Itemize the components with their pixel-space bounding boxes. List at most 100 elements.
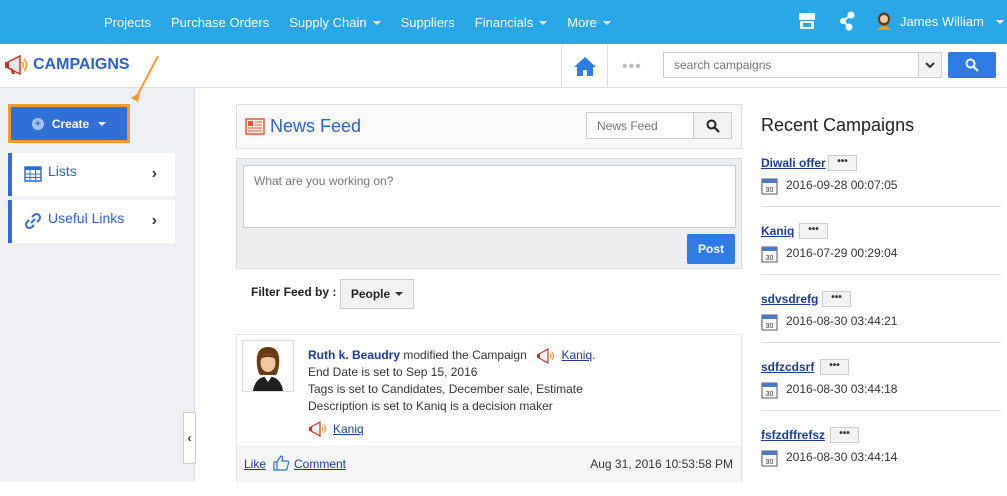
menu-item-more[interactable]: More — [567, 15, 611, 30]
link-icon — [24, 212, 42, 230]
post-button[interactable]: Post — [687, 234, 735, 264]
menu-item-financials[interactable]: Financials — [475, 15, 548, 30]
divider — [761, 342, 1001, 343]
post-textarea[interactable] — [243, 165, 736, 228]
megaphone-icon — [309, 421, 327, 437]
search-button[interactable] — [948, 52, 996, 78]
megaphone-icon — [537, 347, 555, 364]
feed-item-headline: Ruth k. Beaudry modified the Campaign Ka… — [308, 347, 596, 364]
feed-item: Ruth k. Beaudry modified the Campaign Ka… — [236, 334, 742, 482]
list-item: sdfzcdsrf ••• 30 2016-08-30 03:44:18 — [761, 359, 1001, 428]
menu-item-supply-chain[interactable]: Supply Chain — [289, 15, 381, 30]
feed-line: Tags is set to Candidates, December sale… — [308, 382, 583, 396]
sidebar-item-label: Lists — [48, 163, 77, 179]
caret-down-icon — [602, 20, 611, 25]
recent-campaign-date: 2016-07-29 00:29:04 — [786, 246, 898, 260]
sidebar-item-label: Useful Links — [48, 210, 125, 226]
list-item: Diwali offer ••• 30 2016-09-28 00:07:05 — [761, 155, 1001, 224]
user-avatar-icon — [253, 347, 283, 391]
highlight-arrow-icon — [131, 55, 159, 102]
avatar[interactable] — [242, 340, 294, 392]
calendar-icon: 30 — [761, 178, 778, 195]
feed-line: Description is set to Kaniq is a decisio… — [308, 399, 553, 413]
svg-text:30: 30 — [766, 323, 774, 330]
news-feed-search-button[interactable] — [693, 112, 732, 139]
calendar-icon: 30 — [761, 382, 778, 399]
menu-item-projects[interactable]: Projects — [104, 15, 151, 30]
recent-campaign-date: 2016-09-28 00:07:05 — [786, 178, 898, 192]
filter-feed-dropdown[interactable]: People — [340, 279, 414, 309]
chevron-right-icon: › — [151, 165, 157, 182]
more-options-button[interactable]: ••• — [822, 291, 851, 307]
search-icon — [706, 119, 720, 133]
megaphone-icon — [5, 54, 28, 76]
campaign-link[interactable]: Kaniq — [561, 348, 592, 362]
connections-icon[interactable] — [838, 11, 856, 31]
feed-item-footer: Like Comment Aug 31, 2016 10:53:58 PM — [237, 446, 741, 482]
user-avatar-icon — [877, 12, 891, 30]
plus-icon: + — [31, 117, 44, 130]
feed-item-tag: Kaniq — [308, 421, 364, 437]
search-dropdown[interactable] — [918, 52, 942, 78]
home-button[interactable] — [561, 44, 608, 88]
store-icon[interactable] — [798, 12, 816, 30]
search-input[interactable] — [663, 52, 919, 78]
table-icon — [24, 166, 42, 182]
thumbs-up-icon[interactable] — [272, 454, 290, 472]
list-item: fsfzdffrefsz ••• 30 2016-08-30 03:44:14 — [761, 427, 1001, 496]
recent-campaign-date: 2016-08-30 03:44:21 — [786, 314, 898, 328]
caret-down-icon — [395, 292, 404, 296]
divider — [761, 410, 1001, 411]
more-options-button[interactable]: ••• — [820, 359, 849, 375]
menu-item-suppliers[interactable]: Suppliers — [401, 15, 455, 30]
svg-text:30: 30 — [766, 255, 774, 262]
calendar-icon: 30 — [761, 246, 778, 263]
top-navbar: Projects Purchase Orders Supply Chain Su… — [0, 0, 1007, 44]
recent-campaigns-panel: Recent Campaigns — [761, 104, 1001, 136]
menu-item-purchase-orders[interactable]: Purchase Orders — [171, 15, 269, 30]
recent-campaign-link[interactable]: sdfzcdsrf — [761, 360, 814, 374]
comment-link[interactable]: Comment — [294, 457, 346, 471]
feed-action-text: modified the Campaign — [403, 348, 527, 362]
more-options-button[interactable]: ••• — [830, 427, 859, 443]
author-link[interactable]: Ruth k. Beaudry — [308, 348, 400, 362]
newspaper-icon — [245, 118, 265, 135]
list-item: sdvsdrefg ••• 30 2016-08-30 03:44:21 — [761, 291, 1001, 360]
chevron-right-icon: › — [151, 212, 157, 229]
sidebar-item-useful-links[interactable]: Useful Links › — [8, 200, 175, 243]
campaign-tag-link[interactable]: Kaniq — [333, 422, 364, 436]
more-dots-icon[interactable]: ••• — [622, 58, 642, 76]
create-button[interactable]: + Create — [8, 104, 130, 143]
more-options-button[interactable]: ••• — [828, 155, 857, 171]
feed-line: End Date is set to Sep 15, 2016 — [308, 365, 478, 379]
chevron-left-icon: ‹ — [187, 431, 192, 445]
more-options-button[interactable]: ••• — [799, 223, 828, 239]
svg-text:30: 30 — [766, 391, 774, 398]
caret-down-icon — [539, 20, 548, 25]
like-link[interactable]: Like — [244, 457, 266, 471]
recent-campaign-link[interactable]: Diwali offer — [761, 156, 826, 170]
collapse-sidebar-button[interactable]: ‹ — [183, 412, 196, 464]
sidebar-item-lists[interactable]: Lists › — [8, 153, 175, 196]
divider — [761, 206, 1001, 207]
home-icon — [573, 57, 596, 76]
news-feed-search-input[interactable] — [586, 112, 694, 139]
feed-item-body: Ruth k. Beaudry modified the Campaign Ka… — [308, 347, 596, 415]
recent-campaign-date: 2016-08-30 03:44:14 — [786, 450, 898, 464]
recent-campaigns-title: Recent Campaigns — [761, 115, 915, 135]
recent-campaign-link[interactable]: Kaniq — [761, 224, 794, 238]
svg-text:30: 30 — [766, 187, 774, 194]
recent-campaign-date: 2016-08-30 03:44:18 — [786, 382, 898, 396]
divider — [761, 274, 1001, 275]
chevron-down-icon — [925, 61, 935, 68]
filter-feed-label: Filter Feed by : — [251, 285, 337, 299]
user-menu[interactable]: James William — [876, 12, 1004, 30]
news-feed-header: News Feed — [236, 104, 742, 149]
recent-campaign-link[interactable]: sdvsdrefg — [761, 292, 818, 306]
caret-down-icon — [98, 121, 107, 126]
search-icon — [965, 58, 979, 72]
recent-campaign-link[interactable]: fsfzdffrefsz — [761, 428, 825, 442]
news-feed-title: News Feed — [270, 116, 362, 136]
caret-down-icon — [995, 19, 1004, 24]
user-name: James William — [900, 13, 984, 29]
